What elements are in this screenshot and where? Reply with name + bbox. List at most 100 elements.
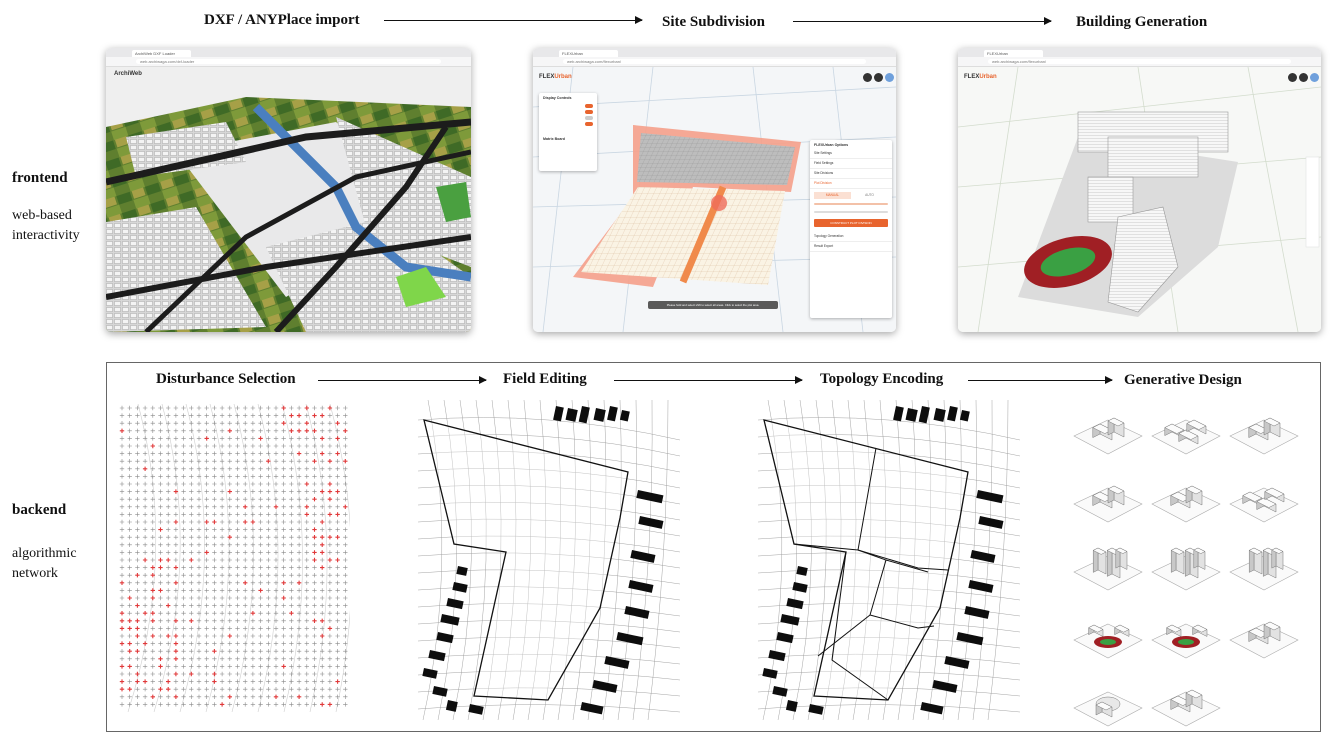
globe-icon[interactable] [1310, 73, 1319, 82]
grid-node [150, 489, 155, 494]
browser-url[interactable]: web.archiwaga.com/flexurban/ [988, 59, 1291, 64]
archiweb-logo[interactable]: ArchiWeb [114, 71, 142, 77]
grid-node [343, 626, 348, 631]
grid-node [320, 595, 325, 601]
grid-node [127, 474, 132, 479]
flexurban-logo-flex: FLEX [964, 74, 980, 80]
grid-node [258, 481, 263, 487]
browser-tab[interactable]: ArchiWeb DXF Loader [132, 50, 191, 57]
option-row-field-settings[interactable]: Field Settings [810, 159, 892, 169]
grid-node [119, 557, 125, 563]
toggle-2[interactable] [585, 110, 593, 114]
generative-design-option[interactable] [1150, 534, 1222, 599]
generative-design-option[interactable] [1150, 602, 1222, 667]
grid-node [212, 504, 217, 509]
grid-node [304, 436, 309, 441]
view-toggle-icon[interactable] [863, 73, 872, 82]
option-row-topology-generation[interactable]: Topology Generation [810, 232, 892, 242]
grid-node [296, 580, 302, 585]
grid-node [158, 550, 163, 555]
generative-design-option[interactable] [1228, 534, 1300, 599]
grid-node [250, 626, 256, 631]
slider-2[interactable] [814, 211, 888, 213]
grid-node [235, 618, 240, 623]
generative-design-option[interactable] [1072, 670, 1144, 735]
generative-design-option[interactable] [1228, 466, 1300, 531]
grid-node [250, 694, 256, 699]
mode-auto[interactable]: AUTO [851, 192, 888, 199]
grid-node [343, 702, 348, 707]
browser-url[interactable]: web.archiwaga.com/dxf-loader [136, 59, 441, 64]
grid-node [135, 542, 140, 547]
generative-design-option[interactable] [1072, 534, 1144, 599]
grid-node [335, 413, 340, 418]
view-toggle-icon[interactable] [1288, 73, 1297, 82]
grid-node [320, 588, 325, 593]
grid-node [258, 671, 263, 677]
grid-node [212, 436, 217, 441]
grid-node [142, 595, 148, 601]
generative-design-option[interactable] [1150, 670, 1222, 735]
grid-node [181, 557, 186, 563]
grid-node [304, 504, 309, 509]
generative-design-option[interactable] [1150, 466, 1222, 531]
browser-url[interactable]: web.archiwaga.com/flexurban/ [563, 59, 866, 64]
grid-node [320, 694, 325, 699]
slider-1[interactable] [814, 203, 888, 205]
grid-node [219, 405, 225, 411]
grid-node [320, 565, 325, 570]
grid-node [312, 504, 317, 509]
grid-node [335, 512, 340, 517]
option-row-site-divisions[interactable]: Site Divisions [810, 169, 892, 179]
toggle-4[interactable] [585, 122, 593, 126]
option-row-plot-division[interactable]: Plot Division [810, 179, 892, 189]
grid-node [227, 459, 232, 464]
grid-node [196, 687, 202, 692]
mode-manual[interactable]: MANUAL [814, 192, 851, 199]
grid-node [296, 641, 302, 646]
grid-node [258, 413, 263, 418]
grid-node [142, 588, 148, 593]
generative-design-option[interactable] [1072, 466, 1144, 531]
grid-node [181, 542, 186, 547]
grid-node [219, 671, 225, 677]
generative-design-option[interactable] [1228, 398, 1300, 463]
generative-design-option[interactable] [1150, 398, 1222, 463]
flexurban-logo[interactable]: FLEXUrban [964, 74, 997, 80]
grid-node [135, 679, 140, 684]
design-option-thumbnail [1151, 689, 1221, 727]
option-row-site-settings[interactable]: Site Settings [810, 149, 892, 159]
option-row-result-export[interactable]: Result Export [810, 242, 892, 252]
grid-node [181, 428, 186, 433]
browser-tab[interactable]: FLEXUrban [984, 50, 1043, 57]
construct-plot-division-button[interactable]: CONSTRUCT PLOT DIVISION [814, 219, 888, 227]
building-footprint [592, 680, 618, 693]
generative-design-option[interactable] [1228, 602, 1300, 667]
grid-node [273, 512, 279, 517]
settings-icon[interactable] [874, 73, 883, 82]
settings-icon[interactable] [1299, 73, 1308, 82]
toggle-1[interactable] [585, 104, 593, 108]
grid-node [243, 694, 248, 699]
grid-node [235, 671, 240, 677]
grid-node [243, 436, 248, 441]
grid-node [135, 618, 140, 623]
grid-node [273, 633, 279, 639]
grid-node [296, 595, 302, 601]
grid-node [204, 649, 209, 654]
grid-node [289, 527, 294, 532]
toggle-3[interactable] [585, 116, 593, 120]
grid-node [250, 413, 256, 418]
generative-design-option[interactable] [1072, 398, 1144, 463]
flexurban-logo[interactable]: FLEXUrban [539, 74, 572, 80]
grid-node [266, 481, 271, 487]
subdivision-3d-view[interactable]: FLEXUrban Display Controls Matrix Board … [533, 67, 896, 332]
generative-design-option[interactable] [1072, 602, 1144, 667]
globe-icon[interactable] [885, 73, 894, 82]
archiweb-3d-view[interactable]: ArchiWeb [106, 67, 471, 332]
grid-node [258, 557, 263, 563]
generation-3d-view[interactable]: FLEXUrban [958, 67, 1321, 332]
browser-tab[interactable]: FLEXUrban [559, 50, 618, 57]
grid-node [320, 436, 325, 441]
grid-node [135, 588, 140, 593]
